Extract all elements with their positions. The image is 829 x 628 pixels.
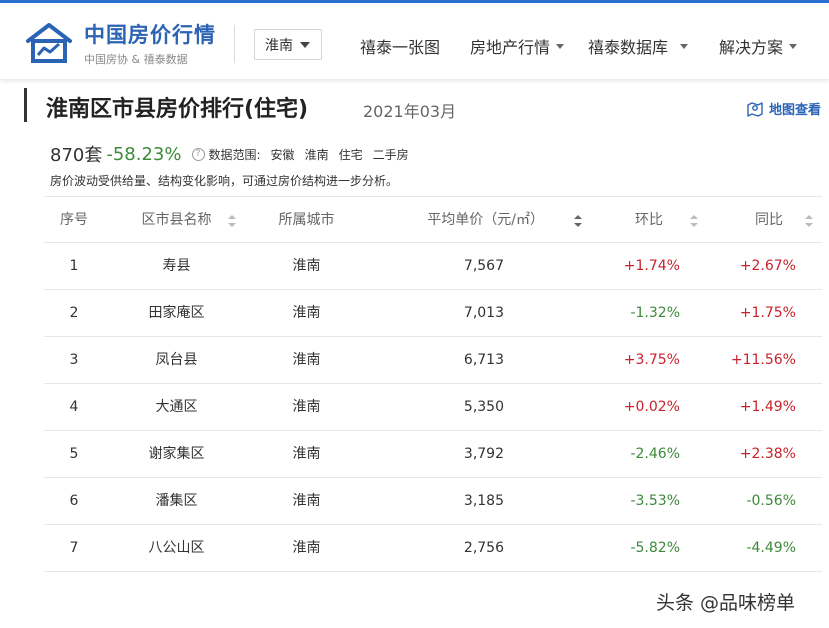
brand[interactable]: 中国房价行情 中国房协 & 禧泰数据	[84, 19, 216, 67]
sort-arrows-icon[interactable]	[805, 215, 813, 227]
cell-city: 淮南	[292, 493, 321, 509]
col-header-city: 所属城市	[278, 212, 335, 228]
table-row[interactable]: 7 八公山区 淮南 2,756 -5.82% -4.49%	[44, 525, 822, 572]
cell-yoy: +1.75%	[739, 305, 796, 321]
table-row[interactable]: 3 凤台县 淮南 6,713 +3.75% +11.56%	[44, 337, 822, 384]
cell-price: 3,185	[463, 493, 504, 509]
table-row[interactable]: 4 大通区 淮南 5,350 +0.02% +1.49%	[44, 384, 822, 431]
col-header-mom[interactable]: 环比	[604, 197, 694, 243]
sort-arrows-icon[interactable]	[228, 215, 236, 227]
info-note: 房价波动受供给量、结构变化影响，可通过房价结构进一步分析。	[50, 174, 399, 188]
nav-item-solutions[interactable]: 解决方案	[719, 34, 798, 58]
cell-name[interactable]: 谢家集区	[114, 431, 239, 477]
cell-name[interactable]: 凤台县	[114, 337, 239, 383]
page-date: 2021年03月	[363, 102, 457, 121]
question-circle-icon[interactable]: ?	[191, 147, 205, 161]
cell-name[interactable]: 大通区	[114, 384, 239, 430]
cell-no: 6	[69, 493, 79, 509]
cell-no: 7	[69, 540, 79, 556]
cell-no: 2	[69, 305, 79, 321]
range-item-province: 安徽	[270, 147, 295, 162]
cell-mom: -2.46%	[630, 446, 680, 462]
nav-label: 房地产行情	[470, 38, 551, 57]
sample-change: -58.23%	[106, 143, 182, 165]
cell-yoy: +1.49%	[739, 399, 796, 415]
sort-arrows-icon[interactable]	[690, 215, 698, 227]
city-select-value: 淮南	[265, 37, 293, 54]
cell-mom: -5.82%	[630, 540, 680, 556]
cell-yoy: +2.67%	[739, 258, 796, 274]
chevron-down-icon	[300, 41, 310, 48]
cell-city: 淮南	[292, 540, 321, 556]
cell-mom: -3.53%	[630, 493, 680, 509]
map-pin-icon	[747, 101, 763, 117]
brand-title: 中国房价行情	[84, 23, 216, 47]
brand-subtitle: 中国房协 & 禧泰数据	[84, 53, 188, 66]
cell-city: 淮南	[292, 352, 321, 368]
range-item-market: 二手房	[372, 147, 409, 162]
cell-mom: +1.74%	[623, 258, 680, 274]
cell-price: 3,792	[463, 446, 504, 462]
sort-arrows-icon[interactable]	[574, 215, 582, 227]
ranking-table: 序号 区市县名称 所属城市 平均单价（元/㎡） 环比 同比 1 寿县 淮南 7,…	[44, 196, 822, 572]
table-header-row: 序号 区市县名称 所属城市 平均单价（元/㎡） 环比 同比	[44, 196, 822, 243]
cell-price: 5,350	[463, 399, 504, 415]
chevron-down-icon	[789, 43, 798, 49]
map-view-label: 地图查看	[769, 103, 822, 118]
city-select[interactable]: 淮南	[254, 29, 322, 60]
cell-city: 淮南	[292, 305, 321, 321]
nav-item-market[interactable]: 房地产行情	[470, 34, 565, 58]
nav-label: 禧泰一张图	[360, 38, 441, 57]
cell-mom: +0.02%	[623, 399, 680, 415]
map-view-link[interactable]: 地图查看	[746, 99, 821, 118]
cell-yoy: +11.56%	[730, 352, 796, 368]
table-row[interactable]: 2 田家庵区 淮南 7,013 -1.32% +1.75%	[44, 290, 822, 337]
chevron-down-icon	[680, 43, 689, 49]
cell-price: 6,713	[463, 352, 504, 368]
watermark: 头条 @品味榜单	[656, 592, 796, 614]
chevron-down-icon	[556, 43, 565, 49]
col-header-yoy[interactable]: 同比	[724, 197, 814, 243]
cell-no: 1	[69, 258, 79, 274]
col-header-price[interactable]: 平均单价（元/㎡）	[384, 197, 584, 243]
page-title: 淮南区市县房价排行(住宅)	[46, 97, 309, 122]
title-accent-bar	[24, 88, 27, 122]
cell-no: 4	[69, 399, 79, 415]
nav-label: 禧泰数据库	[588, 38, 669, 57]
cell-mom: +3.75%	[623, 352, 680, 368]
table-row[interactable]: 6 潘集区 淮南 3,185 -3.53% -0.56%	[44, 478, 822, 525]
nav-label: 解决方案	[719, 38, 784, 57]
cell-no: 3	[69, 352, 79, 368]
stats-line: 870套 -58.23% ? 数据范围: 安徽 淮南 住宅 二手房	[50, 141, 409, 167]
cell-name[interactable]: 八公山区	[114, 525, 239, 571]
cell-city: 淮南	[292, 258, 321, 274]
table-row[interactable]: 5 谢家集区 淮南 3,792 -2.46% +2.38%	[44, 431, 822, 478]
cell-yoy: +2.38%	[739, 446, 796, 462]
cell-name[interactable]: 田家庵区	[114, 290, 239, 336]
cell-mom: -1.32%	[630, 305, 680, 321]
cell-yoy: -4.49%	[746, 540, 796, 556]
house-chart-icon[interactable]	[24, 21, 74, 65]
range-item-city: 淮南	[304, 147, 329, 162]
cell-name[interactable]: 寿县	[114, 243, 239, 289]
cell-city: 淮南	[292, 399, 321, 415]
cell-no: 5	[69, 446, 79, 462]
site-header: 中国房价行情 中国房协 & 禧泰数据 淮南 禧泰一张图 房地产行情 禧泰数据库 …	[0, 3, 829, 79]
nav-item-database[interactable]: 禧泰数据库	[588, 34, 689, 58]
range-label: 数据范围:	[208, 147, 261, 162]
header-divider	[234, 25, 235, 63]
col-header-name[interactable]: 区市县名称	[114, 197, 239, 243]
cell-price: 2,756	[463, 540, 504, 556]
table-row[interactable]: 1 寿县 淮南 7,567 +1.74% +2.67%	[44, 243, 822, 290]
cell-yoy: -0.56%	[746, 493, 796, 509]
nav-item-map[interactable]: 禧泰一张图	[360, 34, 440, 58]
col-header-no: 序号	[60, 212, 88, 228]
sample-count: 870套	[50, 145, 103, 166]
cell-city: 淮南	[292, 446, 321, 462]
cell-name[interactable]: 潘集区	[114, 478, 239, 524]
range-item-type: 住宅	[338, 147, 363, 162]
cell-price: 7,567	[463, 258, 504, 274]
cell-price: 7,013	[463, 305, 504, 321]
